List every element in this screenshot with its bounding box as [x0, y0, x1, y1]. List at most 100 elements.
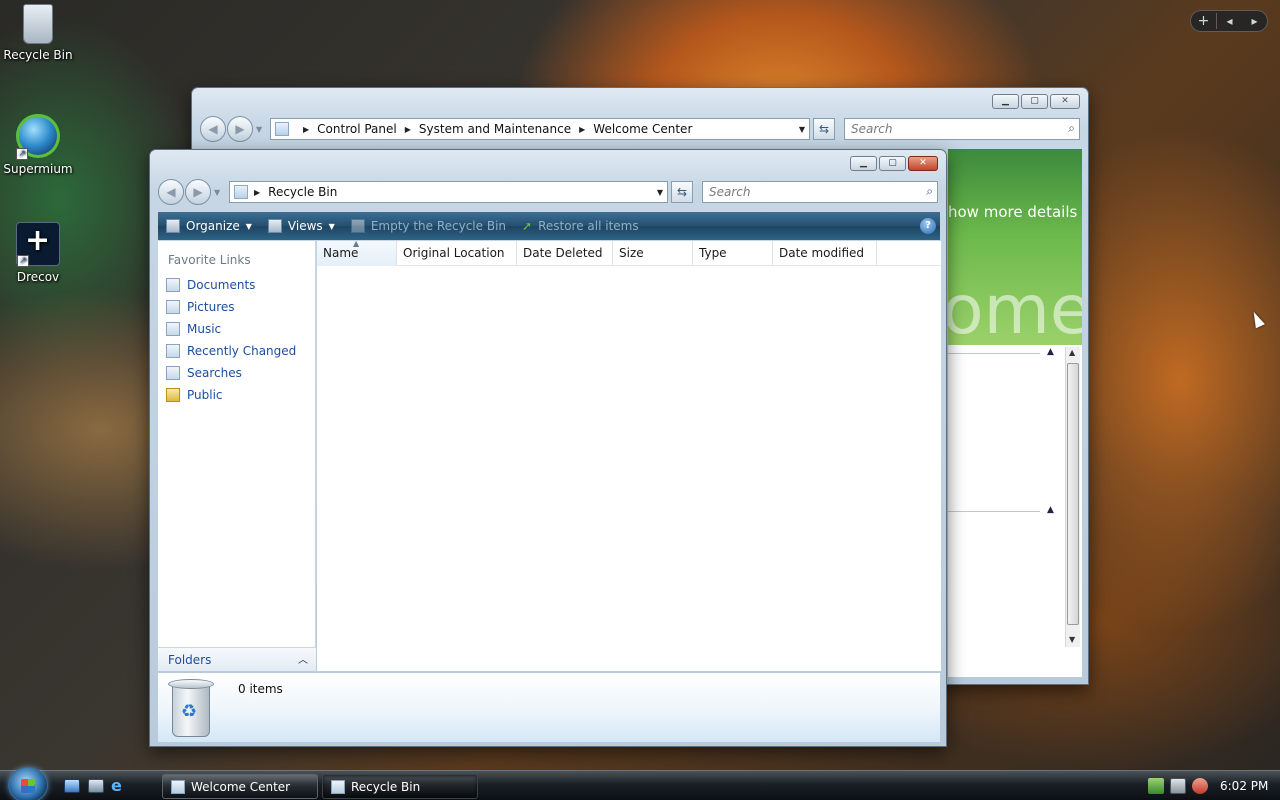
forward-button[interactable]: ▶ — [185, 179, 211, 205]
section-divider — [948, 511, 1040, 512]
internet-explorer-icon[interactable]: e — [111, 778, 127, 794]
desktop-icon-label: Supermium — [3, 162, 73, 176]
maximize-button[interactable]: ▢ — [1021, 94, 1048, 109]
add-gadget-button[interactable]: + — [1191, 13, 1217, 29]
folder-icon — [166, 388, 180, 402]
show-desktop-icon[interactable] — [64, 779, 80, 793]
restore-arrow-icon: ➚ — [522, 219, 533, 233]
breadcrumb-item[interactable]: Welcome Center — [593, 122, 692, 136]
welcome-banner-text: ome — [948, 271, 1082, 345]
breadcrumb-arrow-icon[interactable]: ▶ — [254, 188, 260, 197]
help-icon[interactable]: ? — [920, 218, 936, 234]
minimize-button[interactable]: ▁ — [992, 94, 1019, 109]
desktop-icon-supermium[interactable]: ↗ Supermium — [0, 114, 76, 176]
empty-recycle-bin-button[interactable]: Empty the Recycle Bin — [343, 212, 514, 240]
organize-button[interactable]: Organize ▼ — [158, 212, 260, 240]
previous-gadget-icon[interactable]: ◂ — [1217, 14, 1242, 28]
favorite-link-label: Music — [187, 322, 222, 336]
search-input[interactable]: Search ⌕ — [702, 181, 938, 203]
refresh-button[interactable]: ⇆ — [813, 118, 835, 140]
recycle-bin-window[interactable]: ▁ ▢ ✕ ◀ ▶ ▼ ▶ Recycle Bin ▼ ⇆ Search ⌕ O… — [149, 149, 947, 747]
favorite-link-recently-changed[interactable]: Recently Changed — [166, 344, 296, 358]
breadcrumb-item[interactable]: Recycle Bin — [268, 185, 337, 199]
close-button[interactable]: ✕ — [908, 156, 938, 171]
folders-toggle[interactable]: Folders ︿ — [158, 647, 316, 671]
desktop-icon-recycle-bin[interactable]: Recycle Bin — [0, 4, 76, 62]
close-button[interactable]: ✕ — [1050, 94, 1080, 109]
volume-muted-icon[interactable] — [1192, 778, 1208, 794]
mouse-cursor-icon — [1249, 309, 1265, 329]
taskbar-button-recycle-bin[interactable]: Recycle Bin — [322, 774, 478, 799]
scroll-down-icon[interactable]: ▼ — [1069, 635, 1075, 644]
shortcut-arrow-icon: ↗ — [17, 255, 29, 267]
column-header-name[interactable]: ▲ Name — [317, 239, 397, 266]
column-label: Name — [323, 246, 359, 260]
organize-label: Organize — [186, 219, 240, 233]
column-header-type[interactable]: Type — [693, 241, 773, 266]
forward-button[interactable]: ▶ — [227, 116, 253, 142]
favorite-link-documents[interactable]: Documents — [166, 278, 255, 292]
recently-changed-icon — [166, 344, 180, 358]
breadcrumb-item[interactable]: System and Maintenance — [419, 122, 571, 136]
column-header-date-modified[interactable]: Date modified — [773, 241, 877, 266]
favorite-link-public[interactable]: Public — [166, 388, 223, 402]
show-details-link[interactable]: how more details — [948, 203, 1077, 221]
scroll-up-icon[interactable]: ▲ — [1069, 348, 1075, 357]
column-header-size[interactable]: Size — [613, 241, 693, 266]
searches-icon — [166, 366, 180, 380]
taskbar-button-welcome-center[interactable]: Welcome Center — [162, 774, 318, 799]
column-header-date-deleted[interactable]: Date Deleted — [517, 241, 613, 266]
empty-recycle-bin-label: Empty the Recycle Bin — [370, 219, 507, 233]
column-header-original-location[interactable]: Original Location — [397, 241, 517, 266]
favorite-link-music[interactable]: Music — [166, 322, 221, 336]
chevron-up-icon: ︿ — [298, 655, 308, 666]
breadcrumb-arrow-icon[interactable]: ▶ — [405, 125, 411, 134]
back-button[interactable]: ◀ — [200, 116, 226, 142]
favorite-link-searches[interactable]: Searches — [166, 366, 242, 380]
breadcrumb-arrow-icon[interactable]: ▶ — [303, 125, 309, 134]
recent-pages-dropdown[interactable]: ▼ — [214, 188, 220, 197]
switch-windows-icon[interactable] — [88, 779, 104, 793]
breadcrumb-item[interactable]: Control Panel — [317, 122, 397, 136]
recent-pages-dropdown[interactable]: ▼ — [256, 125, 262, 134]
clock[interactable]: 6:02 PM — [1220, 779, 1268, 793]
views-button[interactable]: Views ▼ — [260, 212, 343, 240]
refresh-button[interactable]: ⇆ — [671, 181, 693, 203]
favorite-link-pictures[interactable]: Pictures — [166, 300, 235, 314]
desktop-icon-drecov[interactable]: ↗ Drecov — [0, 222, 76, 284]
file-list[interactable]: ▲ Name Original Location Date Deleted Si… — [317, 239, 941, 671]
favorite-link-label: Public — [187, 388, 223, 402]
start-button[interactable] — [8, 767, 48, 800]
display-tray-icon[interactable] — [1170, 778, 1186, 794]
address-dropdown-icon[interactable]: ▼ — [657, 188, 663, 197]
address-bar[interactable]: ▶ Control Panel ▶ System and Maintenance… — [270, 118, 810, 140]
search-icon[interactable]: ⌕ — [1068, 121, 1075, 136]
desktop-icon-label: Drecov — [16, 270, 60, 284]
breadcrumb-arrow-icon[interactable]: ▶ — [579, 125, 585, 134]
address-dropdown-icon[interactable]: ▼ — [799, 125, 805, 134]
search-input[interactable]: Search ⌕ — [844, 118, 1080, 140]
taskbar-button-label: Recycle Bin — [351, 779, 421, 794]
shortcut-arrow-icon: ↗ — [16, 148, 28, 160]
search-placeholder: Search — [709, 185, 751, 199]
network-tray-icon[interactable] — [1148, 778, 1164, 794]
vertical-scrollbar[interactable]: ▲ ▼ — [1065, 347, 1080, 647]
back-button[interactable]: ◀ — [158, 179, 184, 205]
collapse-section-icon[interactable]: ▲ — [1047, 505, 1054, 515]
next-gadget-icon[interactable]: ▸ — [1242, 14, 1267, 28]
scrollbar-thumb[interactable] — [1067, 363, 1079, 625]
command-bar: Organize ▼ Views ▼ Empty the Recycle Bin… — [158, 212, 940, 240]
search-placeholder: Search — [851, 122, 893, 136]
desktop-icon-label: Recycle Bin — [3, 48, 73, 62]
maximize-button[interactable]: ▢ — [879, 156, 906, 171]
search-icon[interactable]: ⌕ — [926, 184, 933, 199]
restore-all-items-button[interactable]: ➚ Restore all items — [514, 212, 647, 240]
address-bar[interactable]: ▶ Recycle Bin ▼ — [229, 181, 668, 203]
minimize-button[interactable]: ▁ — [850, 156, 877, 171]
drecov-icon: ↗ — [16, 222, 60, 267]
sidebar-gadget-controls: + ◂ ▸ — [1190, 10, 1268, 32]
control-panel-icon — [275, 122, 289, 136]
recycle-bin-icon — [350, 219, 365, 233]
recycle-bin-icon — [234, 185, 248, 199]
collapse-section-icon[interactable]: ▲ — [1047, 347, 1054, 357]
